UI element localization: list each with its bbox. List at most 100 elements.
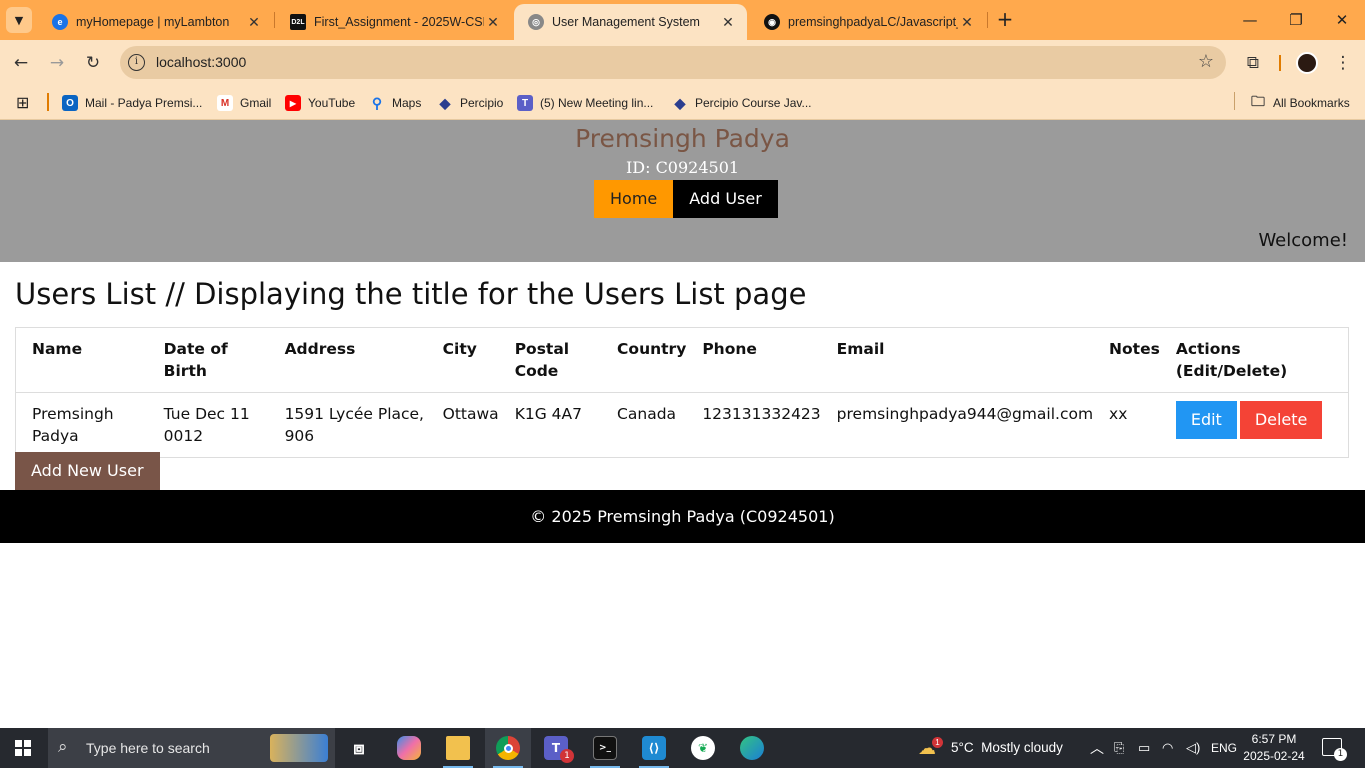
cell-country: Canada [617, 405, 677, 423]
add-new-user-button[interactable]: Add New User [15, 452, 160, 490]
volume-icon[interactable]: ◁) [1186, 728, 1200, 768]
browser-tabstrip: ▼ e myHomepage | myLambton ✕ D2L First_A… [0, 0, 1365, 40]
site-footer: © 2025 Premsingh Padya (C0924501) [0, 490, 1365, 543]
globe-icon: ◎ [528, 14, 544, 30]
column-header: Email [828, 327, 1102, 393]
main-nav: Home Add User [594, 180, 778, 218]
copilot-icon[interactable] [386, 728, 432, 768]
clock-date: 2025-02-24 [1243, 749, 1305, 763]
tab-first-assignment[interactable]: D2L First_Assignment - 2025W-CSD ✕ [276, 4, 512, 40]
cell-address: 1591 Lycée Place, 906 [284, 405, 424, 445]
vscode-icon[interactable]: ⟨⟩ [631, 728, 677, 768]
forward-arrow-icon[interactable]: → [44, 50, 70, 76]
minimize-icon[interactable]: — [1235, 8, 1265, 32]
column-header: Address [276, 327, 435, 393]
edit-button[interactable]: Edit [1175, 401, 1237, 439]
profile-avatar[interactable] [1296, 52, 1318, 74]
extensions-puzzle-icon[interactable]: ⧉ [1240, 50, 1266, 76]
all-bookmarks[interactable]: 🗀 All Bookmarks [1250, 92, 1350, 114]
battery-icon[interactable]: ▭ [1138, 728, 1150, 768]
student-id: ID: C0924501 [625, 158, 740, 177]
bookmark-label: Percipio [460, 96, 504, 110]
tab-user-management[interactable]: ◎ User Management System ✕ [514, 4, 747, 40]
back-arrow-icon[interactable]: ← [8, 50, 34, 76]
bookmark-percipio-course[interactable]: ◆ Percipio Course Jav... [672, 92, 812, 114]
cell-notes: xx [1109, 405, 1128, 423]
meet-now-icon[interactable]: ⎘ [1114, 728, 1124, 768]
gmail-icon: M [217, 95, 233, 111]
restore-icon[interactable]: ❐ [1281, 8, 1311, 32]
bookmark-mail[interactable]: O Mail - Padya Premsi... [62, 92, 202, 114]
column-header: Name [15, 327, 156, 393]
tab-title: User Management System [552, 15, 700, 29]
bookmark-star-icon[interactable]: ☆ [1198, 51, 1214, 72]
clock-time: 6:57 PM [1251, 732, 1297, 746]
site-info-icon[interactable]: i [128, 54, 145, 71]
taskbar-search-box[interactable]: ⌕ Type here to search [48, 728, 335, 768]
cloudy-weather-icon: ☁ [918, 738, 936, 758]
chrome-icon[interactable] [485, 728, 531, 768]
apps-grid-icon[interactable]: ⊞ [16, 92, 29, 114]
welcome-text: Welcome! [1258, 230, 1348, 251]
column-header: Postal Code [506, 327, 610, 393]
cell-postal: K1G 4A7 [514, 405, 582, 423]
column-header: Phone [694, 327, 829, 393]
cell-phone: 123131332423 [702, 405, 821, 423]
clock[interactable]: 6:57 PM 2025-02-24 [1240, 731, 1308, 765]
bookmark-label: Gmail [240, 96, 272, 110]
tab-github[interactable]: ◉ premsinghpadyaLC/Javascript_ ✕ [750, 4, 986, 40]
browser-toolbar: ← → ↻ i localhost:3000 ☆ ⧉ ⋮ [0, 40, 1365, 85]
bookmark-label: Maps [392, 96, 422, 110]
bookmark-teams-meeting[interactable]: T (5) New Meeting lin... [517, 92, 653, 114]
cell-dob: Tue Dec 11 0012 [163, 405, 250, 445]
delete-button[interactable]: Delete [1239, 401, 1323, 439]
tab-title: First_Assignment - 2025W-CSD [314, 15, 484, 29]
notification-center-icon[interactable]: 1 [1322, 738, 1347, 761]
close-icon[interactable]: ✕ [958, 14, 976, 31]
start-button[interactable] [0, 728, 47, 768]
bookmarks-divider [1234, 92, 1235, 110]
nav-add-user[interactable]: Add User [673, 180, 778, 218]
nav-home[interactable]: Home [594, 180, 674, 218]
all-bookmarks-label: All Bookmarks [1273, 96, 1350, 110]
bookmark-percipio[interactable]: ◆ Percipio [437, 92, 504, 114]
close-icon[interactable]: ✕ [719, 14, 737, 31]
site-title: Premsingh Padya [575, 124, 790, 153]
mongodb-compass-icon[interactable]: ❦ [680, 728, 726, 768]
task-view-icon[interactable]: ⧈ [336, 728, 382, 768]
reload-icon[interactable]: ↻ [80, 50, 106, 76]
language-indicator[interactable]: ENG [1211, 728, 1237, 768]
column-header: City [434, 327, 507, 393]
tab-myhomepage[interactable]: e myHomepage | myLambton ✕ [38, 4, 273, 40]
tab-search-chevron-icon[interactable]: ▼ [6, 7, 32, 33]
address-bar[interactable]: i localhost:3000 ☆ [120, 46, 1226, 79]
weather-text: 5°C Mostly cloudy [951, 740, 1063, 755]
column-header: Notes [1101, 327, 1168, 393]
windows-taskbar: ⌕ Type here to search ⧈ T 1 >_ ⟨⟩ ❦ ☁ 1 … [0, 728, 1365, 768]
bookmark-gmail[interactable]: M Gmail [217, 92, 271, 114]
wifi-icon[interactable]: ◠ [1162, 728, 1173, 768]
page-title: Users List // Displaying the title for t… [15, 277, 807, 311]
bookmarks-divider [47, 93, 49, 111]
file-explorer-icon[interactable] [435, 728, 481, 768]
close-icon[interactable]: ✕ [245, 14, 263, 31]
close-icon[interactable]: ✕ [484, 14, 502, 31]
window-close-icon[interactable]: ✕ [1327, 8, 1357, 32]
bookmark-youtube[interactable]: ▶ YouTube [285, 92, 355, 114]
teams-badge: 1 [560, 749, 574, 763]
bookmark-label: (5) New Meeting lin... [540, 96, 654, 110]
outlook-icon: O [62, 95, 78, 111]
percipio-icon: ◆ [674, 94, 686, 111]
url-text[interactable]: localhost:3000 [156, 54, 246, 70]
tab-title: premsinghpadyaLC/Javascript_ [788, 15, 958, 29]
cell-name: Premsingh Padya [32, 405, 114, 445]
teams-app-icon[interactable]: T 1 [533, 728, 579, 768]
bookmark-maps[interactable]: ⚲ Maps [369, 92, 421, 114]
teams-icon: T [517, 95, 533, 111]
column-header: Date of Birth [155, 327, 277, 393]
new-tab-plus-icon[interactable]: + [994, 8, 1016, 32]
edge-icon[interactable] [729, 728, 775, 768]
show-hidden-icons-chevron-icon[interactable]: ︿ [1090, 728, 1104, 768]
kebab-menu-icon[interactable]: ⋮ [1330, 50, 1356, 76]
terminal-icon[interactable]: >_ [582, 728, 628, 768]
